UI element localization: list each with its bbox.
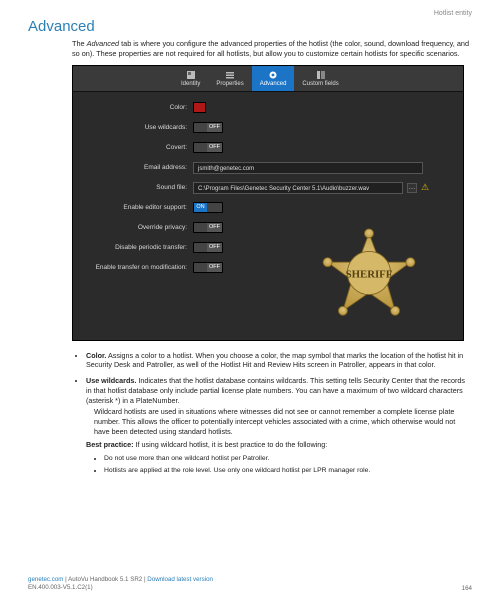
tab-advanced-label: Advanced — [260, 81, 287, 87]
footer-download-link[interactable]: Download latest version — [147, 576, 213, 583]
intro-em: Advanced — [87, 39, 119, 48]
identity-icon — [186, 70, 196, 80]
form-area: Color: Use wildcards: OFF Covert: OFF Em… — [73, 92, 463, 340]
warning-icon: ⚠ — [421, 182, 429, 193]
tab-identity[interactable]: Identity — [173, 66, 208, 91]
page-footer: genetec.com | AutoVu Handbook 5.1 SR2 | … — [28, 576, 472, 592]
bp-item-1: Do not use more than one wildcard hotlis… — [104, 454, 472, 463]
body-text: Color. Assigns a color to a hotlist. Whe… — [72, 351, 472, 476]
wild-para: Wildcard hotlists are used in situations… — [94, 407, 472, 436]
covert-label: Covert: — [83, 144, 193, 151]
color-desc: Assigns a color to a hotlist. When you c… — [86, 351, 463, 370]
header-entity: Hotlist entity — [434, 10, 472, 17]
wild-desc: Indicates that the hotlist database cont… — [86, 376, 465, 404]
properties-icon — [225, 70, 235, 80]
footer-site-link[interactable]: genetec.com — [28, 576, 63, 583]
color-label: Color: — [83, 104, 193, 111]
intro-paragraph: The Advanced tab is where you configure … — [72, 39, 472, 59]
footer-book: AutoVu Handbook 5.1 SR2 — [68, 576, 142, 583]
intro-post: tab is where you configure the advanced … — [72, 39, 469, 58]
tab-custom-label: Custom fields — [302, 81, 338, 87]
editor-support-toggle[interactable]: ON — [193, 202, 223, 213]
wild-term: Use wildcards. — [86, 376, 136, 385]
email-label: Email address: — [83, 164, 193, 171]
bp-item-2: Hotlists are applied at the role level. … — [104, 466, 472, 475]
tab-bar: Identity Properties Advanced Custom fiel… — [73, 66, 463, 92]
tab-identity-label: Identity — [181, 81, 200, 87]
override-privacy-label: Override privacy: — [83, 224, 193, 231]
tab-properties-label: Properties — [216, 81, 243, 87]
browse-button[interactable]: … — [407, 183, 417, 193]
best-practice: Best practice: If using wildcard hotlist… — [86, 440, 472, 450]
bp-text: If using wildcard hotlist, it is best pr… — [134, 440, 328, 449]
email-field[interactable]: jsmith@genetec.com — [193, 162, 423, 174]
page-number: 164 — [462, 585, 472, 592]
tab-properties[interactable]: Properties — [208, 66, 251, 91]
bullet-color: Color. Assigns a color to a hotlist. Whe… — [86, 351, 472, 370]
tab-advanced[interactable]: Advanced — [252, 66, 295, 91]
sheriff-badge: SHERIFF — [315, 228, 423, 336]
gear-icon — [268, 70, 278, 80]
use-wildcards-label: Use wildcards: — [83, 124, 193, 131]
enable-mod-toggle[interactable]: OFF — [193, 262, 223, 273]
bullet-wildcards: Use wildcards. Indicates that the hotlis… — [86, 376, 472, 475]
tab-custom-fields[interactable]: Custom fields — [294, 66, 346, 91]
override-privacy-toggle[interactable]: OFF — [193, 222, 223, 233]
use-wildcards-toggle[interactable]: OFF — [193, 122, 223, 133]
color-swatch[interactable] — [193, 102, 206, 113]
disable-periodic-toggle[interactable]: OFF — [193, 242, 223, 253]
editor-support-label: Enable editor support: — [83, 204, 193, 211]
page: Hotlist entity Advanced The Advanced tab… — [0, 0, 500, 600]
sound-file-label: Sound file: — [83, 184, 193, 191]
custom-fields-icon — [316, 70, 326, 80]
covert-toggle[interactable]: OFF — [193, 142, 223, 153]
enable-mod-label: Enable transfer on modification: — [83, 264, 193, 271]
disable-periodic-label: Disable periodic transfer: — [83, 244, 193, 251]
sound-file-field[interactable]: C:\Program Files\Genetec Security Center… — [193, 182, 403, 194]
section-title: Advanced — [28, 18, 472, 35]
bp-label: Best practice: — [86, 440, 134, 449]
footer-ref: EN.400.003-V5.1.C2(1) — [28, 584, 93, 591]
intro-pre: The — [72, 39, 87, 48]
badge-text: SHERIFF — [346, 268, 393, 280]
settings-panel: Identity Properties Advanced Custom fiel… — [72, 65, 464, 341]
color-term: Color. — [86, 351, 106, 360]
